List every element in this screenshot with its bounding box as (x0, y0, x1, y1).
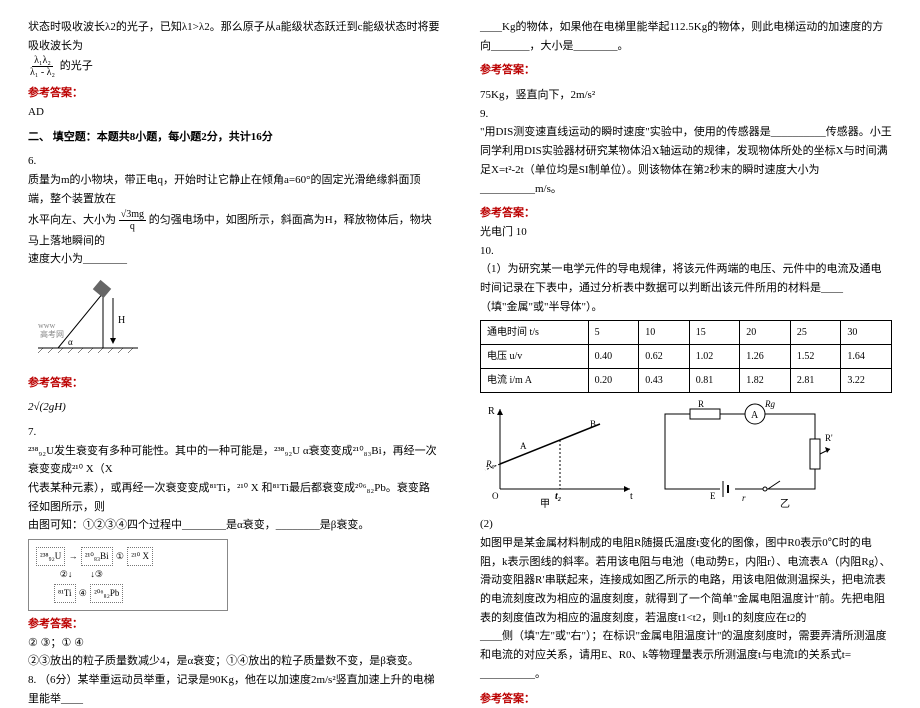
rt-graph: R t A B R₀ t₂ O 甲 (480, 399, 640, 509)
svg-text:t: t (630, 491, 633, 502)
svg-text:R: R (698, 399, 704, 409)
answer-heading: 参考答案： (28, 84, 440, 103)
svg-text:B: B (590, 419, 596, 429)
table-row: 电流 i/m A0.200.430.811.822.813.22 (481, 369, 892, 393)
fraction: λ₁λ₂ λ₁ - λ₂ (28, 55, 57, 78)
svg-text:R': R' (825, 433, 833, 443)
svg-text:H: H (118, 315, 125, 326)
data-table: 通电时间 t/s51015202530 电压 u/v0.400.621.021.… (480, 320, 892, 393)
svg-text:r: r (742, 493, 746, 503)
paragraph: 质量为m的小物块，带正电q，开始时让它静止在倾角a=60°的固定光滑绝缘斜面顶端… (28, 171, 440, 208)
paragraph: ____Kg的物体，如果他在电梯里能举起112.5Kg的物体，则此电梯运动的加速… (480, 18, 892, 55)
section-heading: 二、 填空题：本题共8小题，每小题2分，共计16分 (28, 128, 440, 147)
svg-text:www: www (38, 321, 56, 330)
answer-heading: 参考答案： (28, 615, 440, 634)
decay-diagram: ²³⁸₉₂U → ²¹⁰₈₃Bi ① ²¹⁰ X ②↓ ↓③ ⁸¹Ti ④ ²⁰… (28, 539, 228, 611)
svg-text:O: O (492, 491, 499, 501)
question-number: 10. (480, 242, 892, 261)
answer-text: 2√(2gH) (28, 398, 440, 417)
left-column: 状态时吸收波长λ2的光子，已知λ1>λ2。那么原子从a能级状态跃迁到c能级状态时… (28, 18, 440, 633)
svg-text:α: α (68, 337, 73, 347)
svg-text:R₀: R₀ (485, 459, 495, 469)
table-row: 通电时间 t/s51015202530 (481, 321, 892, 345)
paragraph: ²³⁸₉₂U发生衰变有多种可能性。其中的一种可能是，²³⁸₉₂U α衰变变成²¹… (28, 442, 440, 479)
right-column: ____Kg的物体，如果他在电梯里能举起112.5Kg的物体，则此电梯运动的加速… (480, 18, 892, 633)
paragraph: （填"金属"或"半导体"）。 (480, 298, 892, 317)
svg-text:E: E (710, 491, 716, 501)
svg-text:Rg: Rg (764, 399, 775, 409)
svg-text:A: A (751, 410, 759, 421)
incline-diagram: H α www 高考网 (28, 273, 148, 363)
svg-text:甲: 甲 (540, 499, 550, 509)
answer-heading: 参考答案： (28, 374, 440, 393)
formula-line: λ₁λ₂ λ₁ - λ₂ 的光子 (28, 55, 440, 78)
svg-text:乙: 乙 (780, 498, 790, 509)
answer-text: ② ③；① ④ (28, 634, 440, 653)
paragraph: （6分）某举重运动员举重，记录是90Kg，他在以加速度2m/s²竖直加速上升的电… (28, 674, 435, 705)
fraction: √3mg q (119, 209, 146, 232)
question-number: 8. (28, 674, 36, 686)
paragraph: (2) (480, 515, 892, 534)
paragraph: 水平向左、大小为 √3mg q 的匀强电场中，如图所示，斜面高为H，释放物体后，… (28, 209, 440, 251)
answer-text: 75Kg，竖直向下，2m/s² (480, 86, 892, 105)
svg-text:A: A (520, 441, 527, 451)
diagram-row: R t A B R₀ t₂ O 甲 R A Rg R' E (480, 399, 892, 509)
answer-heading: 参考答案： (480, 61, 892, 80)
paragraph: ____侧（填"左"或"右"）；在标识"金属电阻温度计"的温度刻度时，需要弄清所… (480, 627, 892, 683)
paragraph: （1）为研究某一电学元件的导电规律，将该元件两端的电压、元件中的电流及通电时间记… (480, 260, 892, 297)
paragraph: 如图甲是某金属材料制成的电阻R随摄氏温度t变化的图像，图中R0表示0℃时的电阻，… (480, 534, 892, 609)
answer-text: 光电门 10 (480, 223, 892, 242)
table-row: 电压 u/v0.400.621.021.261.521.64 (481, 345, 892, 369)
paragraph: 表的刻度值改为相应的温度刻度，若温度t1<t2，则t1的刻度应在t2的 (480, 609, 892, 628)
answer-heading: 参考答案： (480, 204, 892, 223)
svg-text:高考网: 高考网 (40, 329, 64, 339)
paragraph: 状态时吸收波长λ2的光子，已知λ1>λ2。那么原子从a能级状态跃迁到c能级状态时… (28, 18, 440, 55)
question-number: 6. (28, 152, 440, 171)
answer-text: ②③放出的粒子质量数减少4，是α衰变；①④放出的粒子质量数不变，是β衰变。 (28, 652, 440, 671)
circuit-diagram: R A Rg R' E r 乙 (650, 399, 850, 509)
svg-text:R: R (488, 406, 495, 417)
svg-text:t₂: t₂ (555, 491, 561, 502)
paragraph: "用DIS测变速直线运动的瞬时速度"实验中，使用的传感器是__________传… (480, 123, 892, 198)
paragraph: 速度大小为________ (28, 250, 440, 269)
question-number: 9. (480, 105, 892, 124)
question-number: 7. (28, 423, 440, 442)
paragraph: 代表某种元素），或再经一次衰变变成⁸¹Ti，²¹⁰ X 和⁸¹Ti最后都衰变成²… (28, 479, 440, 516)
answer-heading: 参考答案： (480, 690, 892, 708)
answer-text: AD (28, 103, 440, 122)
paragraph: 由图可知：①②③④四个过程中________是α衰变，________是β衰变。 (28, 516, 440, 535)
